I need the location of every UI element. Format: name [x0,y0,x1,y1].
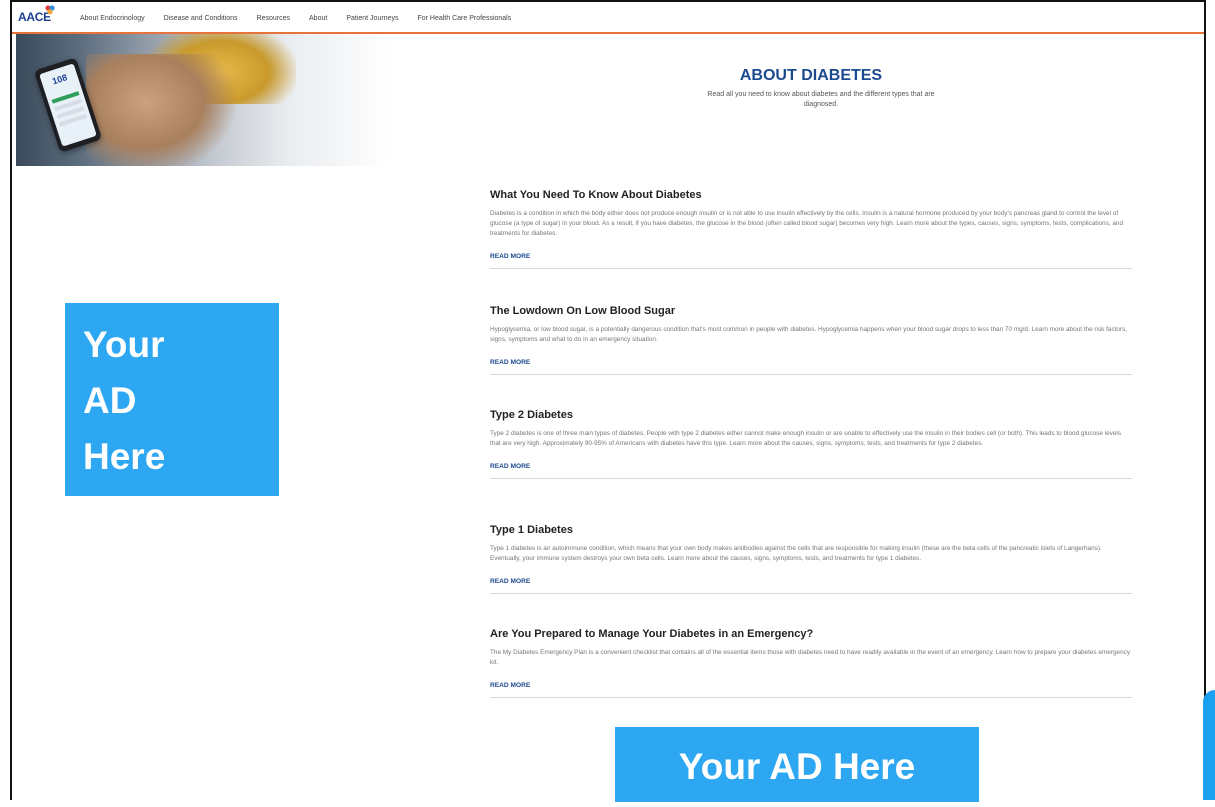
read-more-link[interactable]: READ MORE [490,463,530,470]
article-summary: The My Diabetes Emergency Plan is a conv… [490,649,1131,666]
ad-text-line: Here [83,436,166,477]
nav-link-about-endocrinology[interactable]: About Endocrinology [80,15,145,22]
article-item: Type 2 Diabetes Type 2 diabetes is one o… [490,409,1132,479]
article-summary: Type 1 diabetes is an autoimmune conditi… [490,545,1102,562]
aace-logo[interactable]: AACE [18,5,55,24]
read-more-link[interactable]: READ MORE [490,253,530,260]
article-item: Type 1 Diabetes Type 1 diabetes is an au… [490,524,1132,594]
nav-link-patient-journeys[interactable]: Patient Journeys [346,15,398,22]
ad-text-line: Your [83,324,165,365]
nav-link-about[interactable]: About [309,15,327,22]
article-item: Are You Prepared to Manage Your Diabetes… [490,628,1132,698]
page-title: ABOUT DIABETES [739,67,883,84]
page-subtitle: Read all you need to know about diabetes… [707,91,935,108]
top-nav: AACE About Endocrinology Disease and Con… [12,2,1204,34]
article-title[interactable]: The Lowdown On Low Blood Sugar [490,305,1132,317]
nav-link-resources[interactable]: Resources [257,15,290,22]
article-title[interactable]: What You Need To Know About Diabetes [490,189,1132,201]
article-title[interactable]: Type 2 Diabetes [490,409,1132,421]
article-summary: Hypoglycemia, or low blood sugar, is a p… [490,326,1128,343]
nav-link-health-care-professionals[interactable]: For Health Care Professionals [417,15,511,22]
article-title[interactable]: Are You Prepared to Manage Your Diabetes… [490,628,1132,640]
logo-mark-icon [45,5,55,15]
ad-placeholder-left[interactable]: Your AD Here [65,303,279,496]
nav-links: About Endocrinology Disease and Conditio… [80,15,530,22]
ad-placeholder-bottom[interactable]: Your AD Here [615,727,979,802]
hero-banner: 108 ABOUT DIABETES Read all you need to … [16,34,1204,166]
article-summary: Diabetes is a condition in which the bod… [490,210,1124,237]
read-more-link[interactable]: READ MORE [490,578,530,585]
read-more-link[interactable]: READ MORE [490,359,530,366]
phone-glucose-reading: 108 [50,72,69,87]
decorative-edge-swoosh [1203,690,1215,800]
article-title[interactable]: Type 1 Diabetes [490,524,1132,536]
hero-image: 108 [16,34,536,166]
article-item: The Lowdown On Low Blood Sugar Hypoglyce… [490,305,1132,375]
hero-arm-shape [86,54,236,166]
article-item: What You Need To Know About Diabetes Dia… [490,189,1132,269]
nav-link-disease-conditions[interactable]: Disease and Conditions [164,15,238,22]
article-summary: Type 2 diabetes is one of three main typ… [490,430,1122,447]
read-more-link[interactable]: READ MORE [490,682,530,689]
ad-text-line: AD [83,380,137,421]
